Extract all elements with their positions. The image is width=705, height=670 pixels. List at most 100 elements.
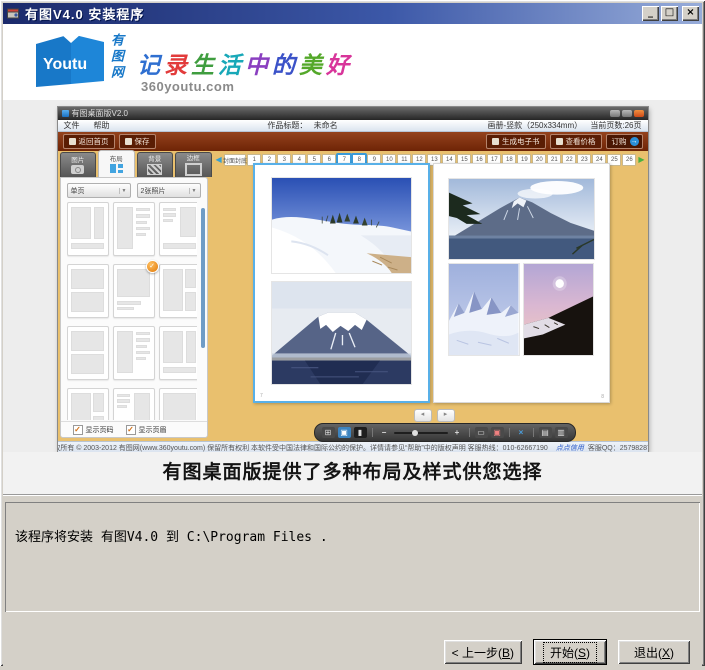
layout-thumb <box>113 388 155 420</box>
layout-thumb <box>159 202 197 256</box>
page-number-label: 8 <box>601 394 604 400</box>
app-window: 有图桌面版V2.0 文件 帮助 作品标题： 未命名 画册-竖款（250x334m… <box>58 107 648 452</box>
zoom-out-icon: − <box>378 427 391 438</box>
app-minimize-icon <box>610 110 620 117</box>
texture-icon <box>147 164 162 175</box>
spread-pager: ◂ ▸ <box>414 409 455 422</box>
book-left-page: 7 <box>253 163 430 403</box>
chevron-down-icon: ▼ <box>119 188 127 194</box>
layout-thumb <box>67 202 109 256</box>
installer-window: 有图V4.0 安装程序 _ □ × Youtu 有图网 记录生活中的美好 360… <box>0 0 705 666</box>
doc-info-area: 画册-竖款（250x334mm） 当前页数:26页 <box>481 120 641 131</box>
tab-layout: 布局 <box>98 150 135 177</box>
panel-scrollbar <box>201 208 205 348</box>
spread-view-icon: ▣ <box>338 427 351 438</box>
layout-type-select: 单页▼ <box>67 183 131 198</box>
app-logo-icon <box>62 110 69 117</box>
camera-icon <box>71 165 84 174</box>
slogan-char: 好 <box>326 52 353 79</box>
app-menubar: 文件 帮助 作品标题： 未命名 画册-竖款（250x334mm） 当前页数:26… <box>58 120 648 132</box>
photo-snow-peaks <box>448 263 520 356</box>
show-page-number-checkbox: ✓显示页码 <box>73 425 114 435</box>
qq-contact: 客服QQ：2579828763 <box>588 443 648 452</box>
zoom-in-icon: + <box>451 427 464 438</box>
exit-button[interactable]: 退出(X) <box>618 640 690 664</box>
button-row: < 上一步(B) 开始(S) 退出(X) <box>444 640 690 664</box>
doc-title-area: 作品标题： 未命名 <box>124 120 482 131</box>
slogan-char: 录 <box>164 52 191 79</box>
single-page-view-icon: ▮ <box>354 427 367 438</box>
slogan-char: 美 <box>299 52 326 79</box>
toolbar-separator <box>509 428 510 437</box>
logo-header: Youtu 有图网 记录生活中的美好 360youtu.com <box>3 24 702 100</box>
ebook-button: 生成电子书 <box>486 134 546 149</box>
slogan-char: 活 <box>218 52 245 79</box>
tab-label: 布局 <box>110 156 123 163</box>
layout-thumb <box>159 388 197 420</box>
price-button: 查看价格 <box>550 134 602 149</box>
layout-thumb <box>159 264 197 318</box>
next-spread-icon: ▥ <box>555 427 568 438</box>
menu-help: 帮助 <box>94 120 110 131</box>
layout-thumb <box>67 326 109 380</box>
grid-view-icon: ⊞ <box>322 427 335 438</box>
install-message-box: 该程序将安装 有图V4.0 到 C:\Program Files . <box>5 502 700 612</box>
app-statusbar: 版权所有 © 2003-2012 有图网(www.360youtu.com) 保… <box>58 441 648 452</box>
app-toolbar: 返回首页 保存 生成电子书 查看价格 订购→ <box>58 132 648 151</box>
installer-icon <box>6 6 21 21</box>
logo-vertical-text: 有图网 <box>107 33 126 81</box>
site-url: 360youtu.com <box>141 79 234 94</box>
layout-thumb <box>67 264 109 318</box>
layout-thumb <box>159 326 197 380</box>
tab-label: 边框 <box>187 155 200 162</box>
minimize-button[interactable]: _ <box>642 6 659 21</box>
titlebar[interactable]: 有图V4.0 安装程序 _ □ × <box>3 3 702 24</box>
app-titlebar: 有图桌面版V2.0 <box>58 107 648 120</box>
tool-tabs: 图片 布局 背景 边框 <box>60 151 212 177</box>
chevron-down-icon: ▼ <box>189 188 197 194</box>
save-icon <box>125 138 132 145</box>
tab-label: 图片 <box>71 157 84 164</box>
back-button[interactable]: < 上一步(B) <box>444 640 522 664</box>
copyright-text: 版权所有 © 2003-2012 有图网(www.360youtu.com) 保… <box>58 443 548 452</box>
layout-thumb <box>67 388 109 420</box>
layout-grid: ✓ <box>67 202 197 420</box>
layout-thumb <box>113 202 155 256</box>
photo-snow-hill <box>271 177 412 274</box>
tab-frame: 边框 <box>175 152 212 177</box>
tab-background: 背景 <box>137 152 174 177</box>
home-button: 返回首页 <box>63 134 115 149</box>
slogan-char: 的 <box>272 52 299 79</box>
app-close-icon <box>634 110 644 117</box>
start-button[interactable]: 开始(S) <box>534 640 606 664</box>
app-maximize-icon <box>622 110 632 117</box>
app-title: 有图桌面版V2.0 <box>72 108 607 119</box>
tab-label: 背景 <box>148 156 161 163</box>
pages-info: 当前页数:26页 <box>590 121 641 130</box>
slogan-char: 记 <box>137 52 164 79</box>
save-button: 保存 <box>119 134 156 149</box>
trust-badge-label: 点点信用 <box>556 443 584 452</box>
doc-title-label: 作品标题： <box>267 121 307 130</box>
layout-thumb <box>113 326 155 380</box>
close-button[interactable]: × <box>682 6 699 21</box>
prev-spread-icon: ▤ <box>539 427 552 438</box>
slogan: 记录生活中的美好 <box>137 46 353 80</box>
toolbar-separator <box>533 428 534 437</box>
layout-thumb: ✓ <box>113 264 155 318</box>
checkbox-check-icon: ✓ <box>126 425 136 435</box>
toolbar-separator <box>469 428 470 437</box>
fullscreen-icon: × <box>515 427 528 438</box>
slogan-char: 生 <box>191 52 218 79</box>
book-right-page: 8 <box>433 163 610 403</box>
ebook-icon <box>492 138 499 145</box>
panel-options: ✓显示页码 ✓显示页眉 <box>61 421 207 437</box>
next-spread-button: ▸ <box>437 409 455 422</box>
photo-mount-fuji <box>271 281 412 385</box>
photo-count-select: 2张照片▼ <box>137 183 201 198</box>
checkbox-check-icon: ✓ <box>73 425 83 435</box>
maximize-button[interactable]: □ <box>661 6 678 21</box>
feature-caption: 有图桌面版提供了多种布局及样式供您选择 <box>3 452 702 495</box>
photo-volcano-sea <box>448 178 595 260</box>
book-canvas: 7 <box>216 163 648 405</box>
